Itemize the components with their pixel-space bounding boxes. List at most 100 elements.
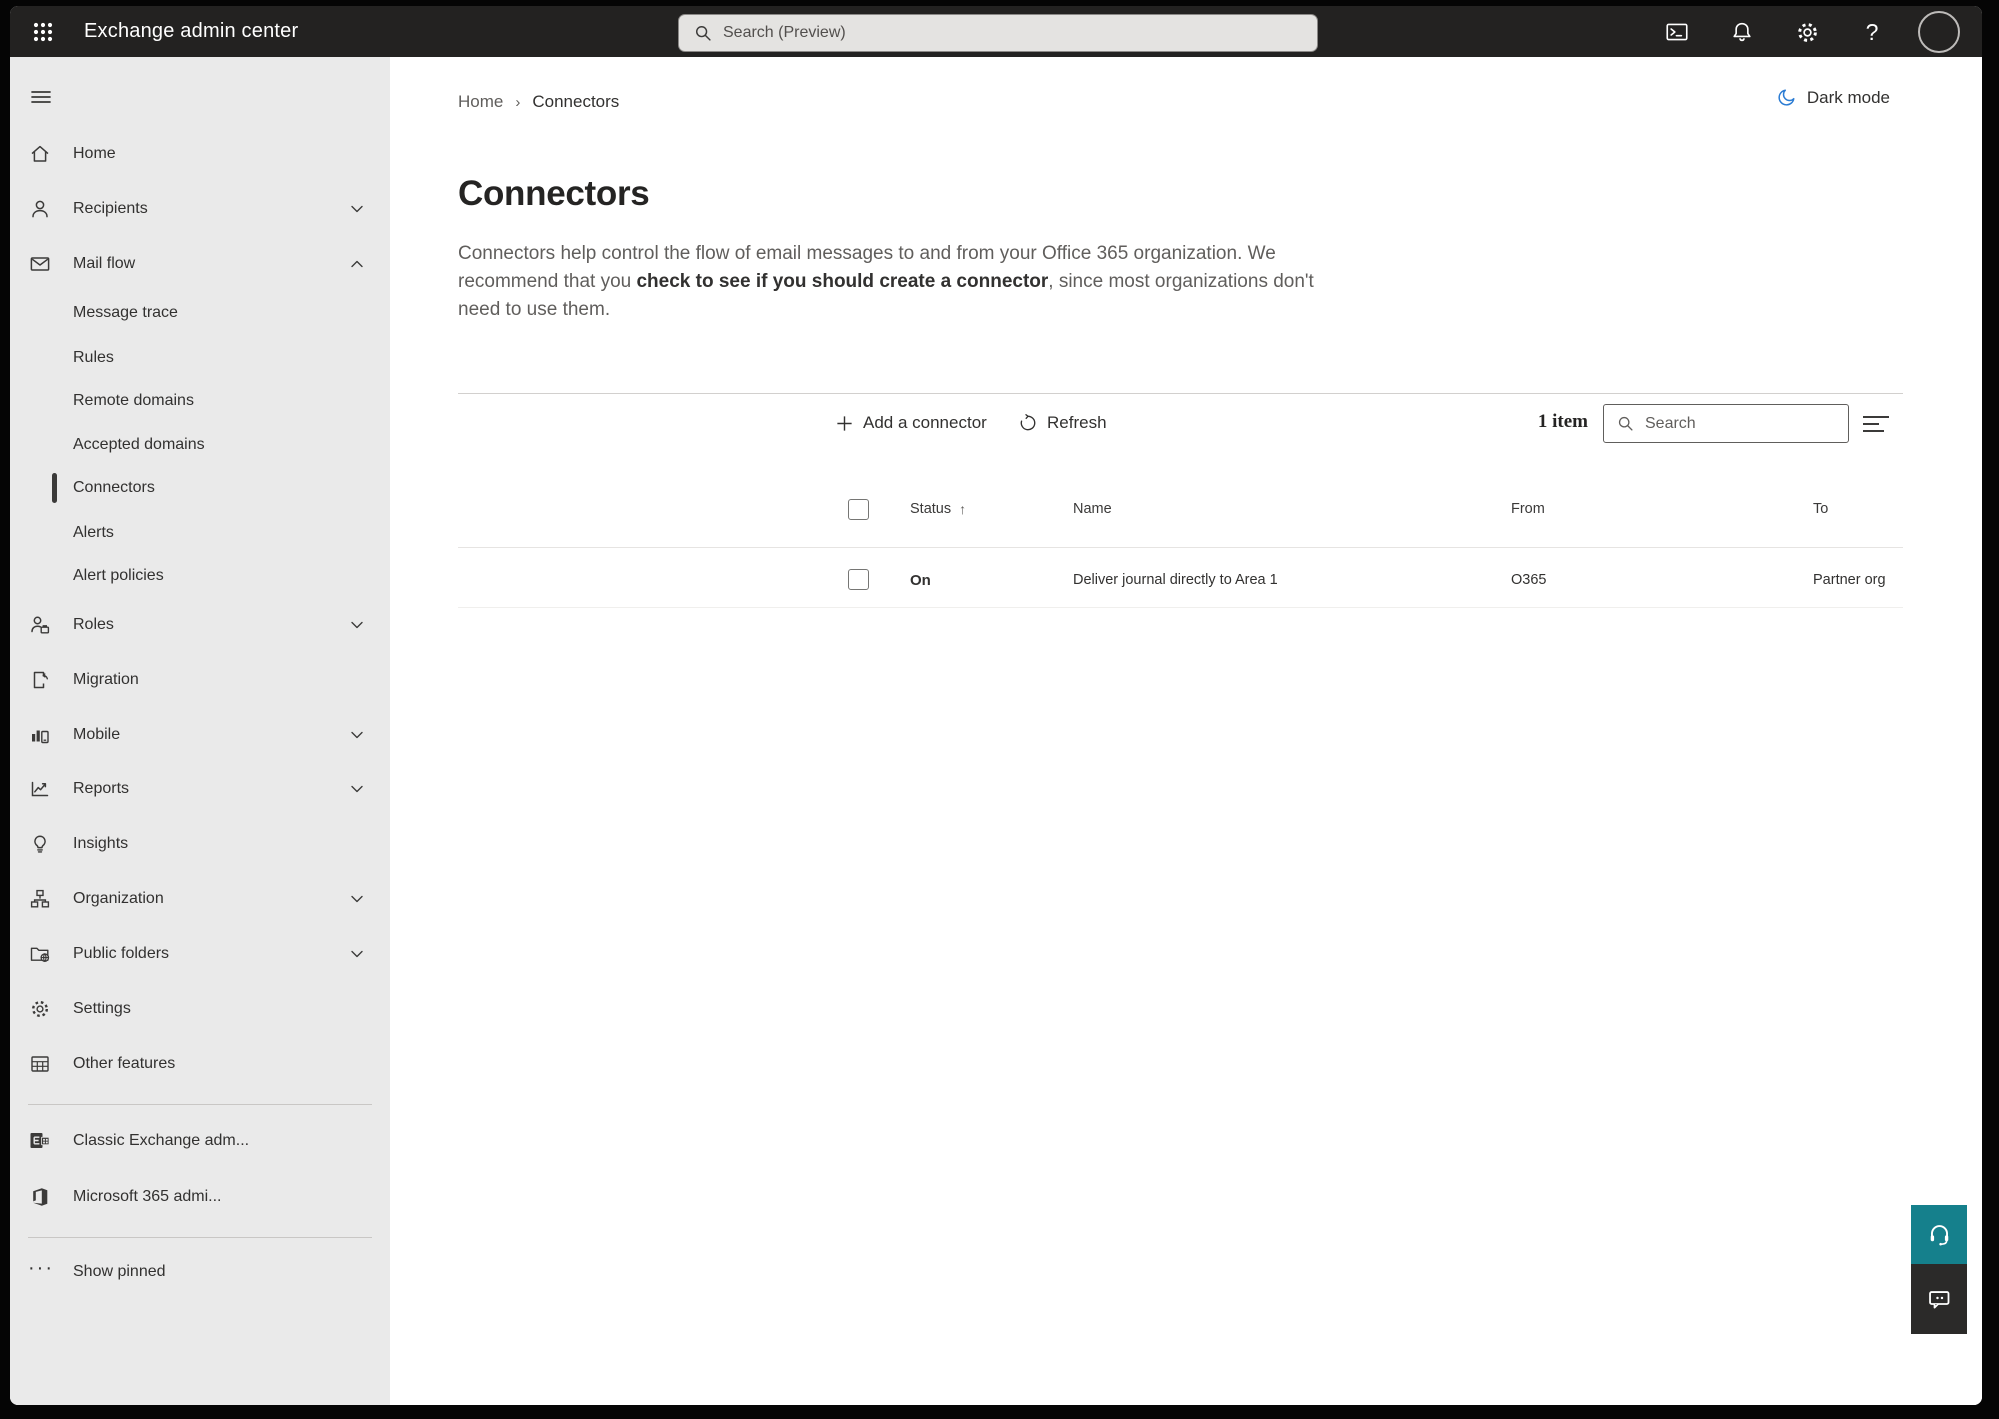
sidebar-item-accepted-domains[interactable]: Accepted domains xyxy=(10,423,390,467)
sidebar-item-label: Recipients xyxy=(73,200,148,217)
sidebar-item-mail-flow[interactable]: Mail flow xyxy=(10,242,390,286)
row-to: Partner org xyxy=(1813,572,1886,588)
home-icon xyxy=(31,145,49,162)
sidebar-item-label: Remote domains xyxy=(73,392,194,409)
chevron-down-icon xyxy=(351,950,363,958)
filter-button[interactable] xyxy=(1862,412,1890,436)
page-description: Connectors help control the flow of emai… xyxy=(458,240,1338,324)
chevron-down-icon xyxy=(351,785,363,793)
sidebar-item-label: Alert policies xyxy=(73,567,164,584)
table-icon xyxy=(31,1056,49,1072)
refresh-icon xyxy=(1020,414,1036,431)
org-chart-icon xyxy=(30,889,50,908)
sidebar-item-mobile[interactable]: Mobile xyxy=(10,713,390,757)
help-button[interactable]: ? xyxy=(1848,8,1896,56)
breadcrumb-current: Connectors xyxy=(532,92,620,111)
sidebar-item-show-pinned[interactable]: ··· Show pinned xyxy=(10,1250,390,1294)
dark-mode-toggle[interactable]: Dark mode xyxy=(1776,87,1890,108)
add-connector-button[interactable]: Add a connector xyxy=(835,403,987,443)
left-navigation: Home Recipients Mail flow Message trace … xyxy=(10,57,390,1405)
mobile-stats-icon xyxy=(32,730,49,744)
sidebar-item-label: Migration xyxy=(73,671,139,688)
description-text: recommend that you xyxy=(458,271,637,292)
sidebar-item-label: Insights xyxy=(73,835,129,852)
select-all-checkbox[interactable] xyxy=(848,499,869,520)
question-mark-icon: ? xyxy=(1865,18,1879,45)
account-avatar[interactable] xyxy=(1918,11,1960,53)
sidebar-item-recipients[interactable]: Recipients xyxy=(10,187,390,231)
settings-button[interactable] xyxy=(1783,8,1831,56)
sidebar-item-alert-policies[interactable]: Alert policies xyxy=(10,554,390,598)
sidebar-item-label: Settings xyxy=(73,1000,131,1017)
global-search-input[interactable] xyxy=(723,24,1283,42)
list-search-input[interactable] xyxy=(1645,414,1815,433)
sidebar-item-public-folders[interactable]: Public folders xyxy=(10,932,390,976)
classic-exchange-icon xyxy=(30,1133,50,1148)
description-text: , since most organizations don't xyxy=(1048,271,1314,292)
row-from: O365 xyxy=(1511,572,1547,588)
sidebar-item-label: Accepted domains xyxy=(73,436,205,453)
sidebar-item-label: Other features xyxy=(73,1055,176,1072)
sidebar-item-message-trace[interactable]: Message trace xyxy=(10,291,390,335)
column-header-from[interactable]: From xyxy=(1511,497,1545,521)
exchange-admin-center-window: Exchange admin center Search (Preview) ?… xyxy=(10,6,1982,1405)
app-title: Exchange admin center xyxy=(84,20,299,42)
bell-icon xyxy=(1733,22,1751,42)
sidebar-item-label: Mail flow xyxy=(73,255,136,272)
sidebar-item-rules[interactable]: Rules xyxy=(10,336,390,380)
list-search-box[interactable] xyxy=(1603,404,1849,443)
breadcrumb-home-link[interactable]: Home xyxy=(458,92,503,112)
create-connector-link[interactable]: check to see if you should create a conn… xyxy=(636,271,1048,292)
sidebar-item-label: Home xyxy=(73,145,116,162)
sidebar-item-alerts[interactable]: Alerts xyxy=(10,511,390,555)
breadcrumb: Home › Connectors xyxy=(458,92,619,112)
sidebar-item-classic-exchange[interactable]: Classic Exchange adm... xyxy=(10,1119,390,1163)
column-header-to[interactable]: To xyxy=(1813,497,1828,521)
chevron-down-icon xyxy=(351,731,363,739)
folder-globe-icon xyxy=(30,947,50,963)
sidebar-item-migration[interactable]: Migration xyxy=(10,658,390,702)
table-row[interactable]: On Deliver journal directly to Area 1 O3… xyxy=(390,553,1903,607)
notifications-button[interactable] xyxy=(1718,8,1766,56)
sidebar-item-reports[interactable]: Reports xyxy=(10,767,390,811)
chevron-up-icon xyxy=(351,260,363,268)
nav-collapse-button[interactable] xyxy=(26,82,56,112)
terminal-icon xyxy=(1666,23,1688,41)
filter-lines-icon xyxy=(1863,416,1889,432)
sidebar-item-label: Message trace xyxy=(73,304,178,321)
sidebar-item-remote-domains[interactable]: Remote domains xyxy=(10,379,390,423)
sidebar-item-organization[interactable]: Organization xyxy=(10,877,390,921)
sidebar-item-home[interactable]: Home xyxy=(10,132,390,176)
person-briefcase-icon xyxy=(31,616,50,634)
gear-icon xyxy=(31,1000,49,1018)
sidebar-item-label: Public folders xyxy=(73,945,170,962)
sidebar-item-label: Microsoft 365 admi... xyxy=(73,1188,222,1205)
sidebar-item-insights[interactable]: Insights xyxy=(10,822,390,866)
sidebar-item-roles[interactable]: Roles xyxy=(10,603,390,647)
toolbar-divider xyxy=(458,393,1903,394)
description-text: need to use them. xyxy=(458,299,611,320)
sidebar-item-label: Reports xyxy=(73,780,130,797)
line-chart-icon xyxy=(31,781,49,797)
column-header-name[interactable]: Name xyxy=(1073,497,1112,521)
chat-feedback-icon xyxy=(1928,1290,1949,1308)
sidebar-item-settings[interactable]: Settings xyxy=(10,987,390,1031)
microsoft-365-icon xyxy=(33,1188,48,1206)
sort-ascending-icon: ↑ xyxy=(959,501,967,517)
add-connector-label: Add a connector xyxy=(863,413,987,432)
refresh-button[interactable]: Refresh xyxy=(1018,403,1107,443)
hamburger-icon xyxy=(31,91,51,103)
sidebar-divider xyxy=(28,1237,372,1238)
row-checkbox[interactable] xyxy=(848,569,869,590)
sidebar-item-other-features[interactable]: Other features xyxy=(10,1042,390,1086)
row-status: On xyxy=(910,571,931,589)
sidebar-item-connectors[interactable]: Connectors xyxy=(10,466,390,510)
powershell-terminal-button[interactable] xyxy=(1653,8,1701,56)
search-icon xyxy=(1618,416,1633,431)
app-launcher-button[interactable] xyxy=(26,15,60,49)
sidebar-item-microsoft-365-admin[interactable]: Microsoft 365 admi... xyxy=(10,1175,390,1219)
global-search-box[interactable] xyxy=(678,14,1318,52)
support-button[interactable] xyxy=(1911,1205,1967,1264)
feedback-button[interactable] xyxy=(1911,1264,1967,1334)
column-header-status[interactable]: Status ↑ xyxy=(910,497,966,521)
